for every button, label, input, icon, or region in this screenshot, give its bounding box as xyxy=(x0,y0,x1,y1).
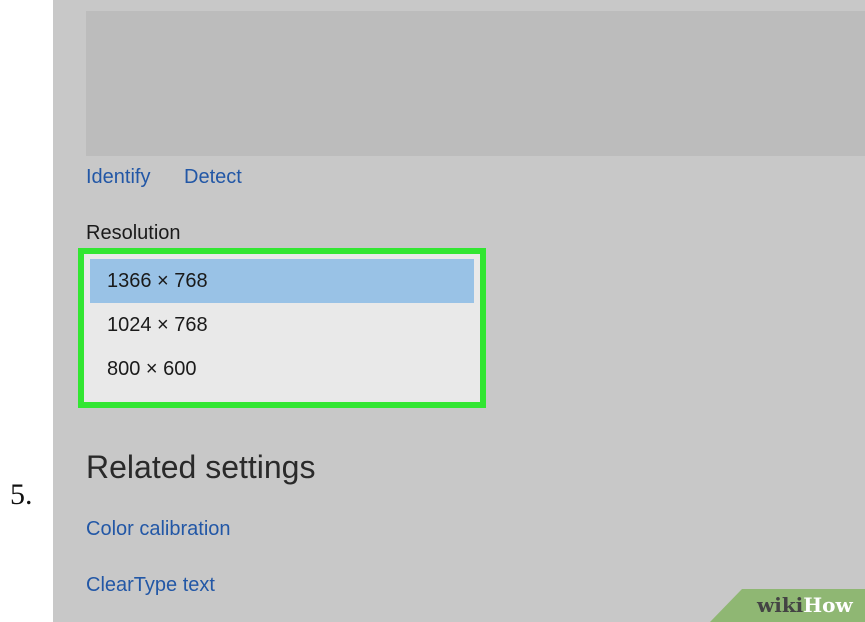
wikihow-watermark: wikiHow xyxy=(710,589,865,622)
resolution-dropdown-list: 1366 × 768 1024 × 768 800 × 600 xyxy=(78,248,486,408)
resolution-option-1366x768[interactable]: 1366 × 768 xyxy=(90,259,474,303)
cleartype-text-link[interactable]: ClearType text xyxy=(86,574,215,597)
detect-link[interactable]: Detect xyxy=(184,166,242,189)
resolution-option-1024x768[interactable]: 1024 × 768 xyxy=(90,303,474,347)
watermark-logo-text: wikiHow xyxy=(757,593,853,617)
related-settings-heading: Related settings xyxy=(86,449,316,485)
display-settings-screenshot: Identify Detect Resolution 1366 × 768 10… xyxy=(53,0,865,622)
resolution-label: Resolution xyxy=(86,222,181,244)
display-preview-area xyxy=(86,11,865,156)
color-calibration-link[interactable]: Color calibration xyxy=(86,518,231,541)
step-number: 5. xyxy=(10,478,33,511)
watermark-how-text: How xyxy=(803,593,853,617)
watermark-wiki-text: wiki xyxy=(757,593,804,617)
resolution-option-800x600[interactable]: 800 × 600 xyxy=(90,347,474,391)
identify-link[interactable]: Identify xyxy=(86,166,150,189)
